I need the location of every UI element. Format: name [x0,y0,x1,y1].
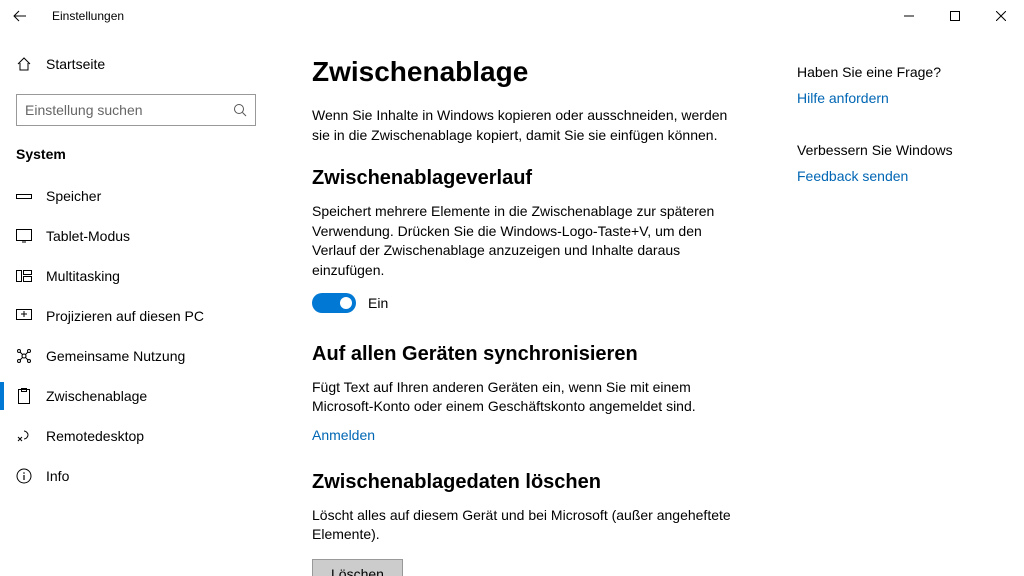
clear-button[interactable]: Löschen [312,559,403,576]
info-icon [16,468,32,484]
page-title: Zwischenablage [312,56,737,88]
search-icon [233,103,247,117]
app-title: Einstellungen [52,9,124,23]
history-desc: Speichert mehrere Elemente in die Zwisch… [312,202,737,280]
minimize-icon [904,11,914,21]
minimize-button[interactable] [886,0,932,32]
history-toggle-label: Ein [368,295,388,311]
history-toggle[interactable] [312,293,356,313]
close-button[interactable] [978,0,1024,32]
sidebar-item-label: Remotedesktop [46,428,144,444]
sidebar-item-multitasking[interactable]: Multitasking [0,256,272,296]
titlebar: Einstellungen [0,0,1024,32]
sidebar-item-remote[interactable]: Remotedesktop [0,416,272,456]
sidebar-item-info[interactable]: Info [0,456,272,496]
multitask-icon [16,270,32,282]
storage-icon [16,191,32,201]
sidebar-item-label: Speicher [46,188,101,204]
sidebar-category: System [0,140,272,176]
search-input[interactable] [25,102,233,118]
clear-desc: Löscht alles auf diesem Gerät und bei Mi… [312,506,737,545]
sidebar-item-label: Tablet-Modus [46,228,130,244]
sync-desc: Fügt Text auf Ihren anderen Geräten ein,… [312,378,737,417]
signin-link[interactable]: Anmelden [312,427,375,443]
sync-heading: Auf allen Geräten synchronisieren [312,343,737,366]
sidebar-item-label: Projizieren auf diesen PC [46,308,204,324]
tablet-icon [16,229,32,243]
main-content: Zwischenablage Wenn Sie Inhalte in Windo… [272,32,1024,576]
remote-icon [16,429,32,443]
sidebar-item-label: Gemeinsame Nutzung [46,348,185,364]
intro-text: Wenn Sie Inhalte in Windows kopieren ode… [312,106,737,145]
feedback-link[interactable]: Feedback senden [797,168,908,184]
sidebar-item-label: Zwischenablage [46,388,147,404]
nav-list: Speicher Tablet-Modus Multitasking Proji… [0,176,272,496]
arrow-left-icon [13,9,27,23]
feedback-heading: Verbessern Sie Windows [797,142,984,158]
close-icon [996,11,1006,21]
sidebar-home[interactable]: Startseite [0,44,272,84]
sidebar-item-label: Info [46,468,69,484]
aside: Haben Sie eine Frage? Hilfe anfordern Ve… [797,56,984,576]
sidebar-item-storage[interactable]: Speicher [0,176,272,216]
help-link[interactable]: Hilfe anfordern [797,90,889,106]
clipboard-icon [16,388,32,404]
sidebar-home-label: Startseite [46,56,105,72]
sidebar-item-share[interactable]: Gemeinsame Nutzung [0,336,272,376]
history-heading: Zwischenablageverlauf [312,167,737,190]
project-icon [16,309,32,323]
clear-heading: Zwischenablagedaten löschen [312,471,737,494]
back-button[interactable] [0,0,40,32]
sidebar-item-tablet[interactable]: Tablet-Modus [0,216,272,256]
sidebar: Startseite System Speicher Tablet-Modus … [0,32,272,576]
share-icon [16,348,32,364]
maximize-button[interactable] [932,0,978,32]
sidebar-item-clipboard[interactable]: Zwischenablage [0,376,272,416]
maximize-icon [950,11,960,21]
sidebar-item-project[interactable]: Projizieren auf diesen PC [0,296,272,336]
help-heading: Haben Sie eine Frage? [797,64,984,80]
search-box[interactable] [16,94,256,126]
home-icon [16,56,32,72]
sidebar-item-label: Multitasking [46,268,120,284]
